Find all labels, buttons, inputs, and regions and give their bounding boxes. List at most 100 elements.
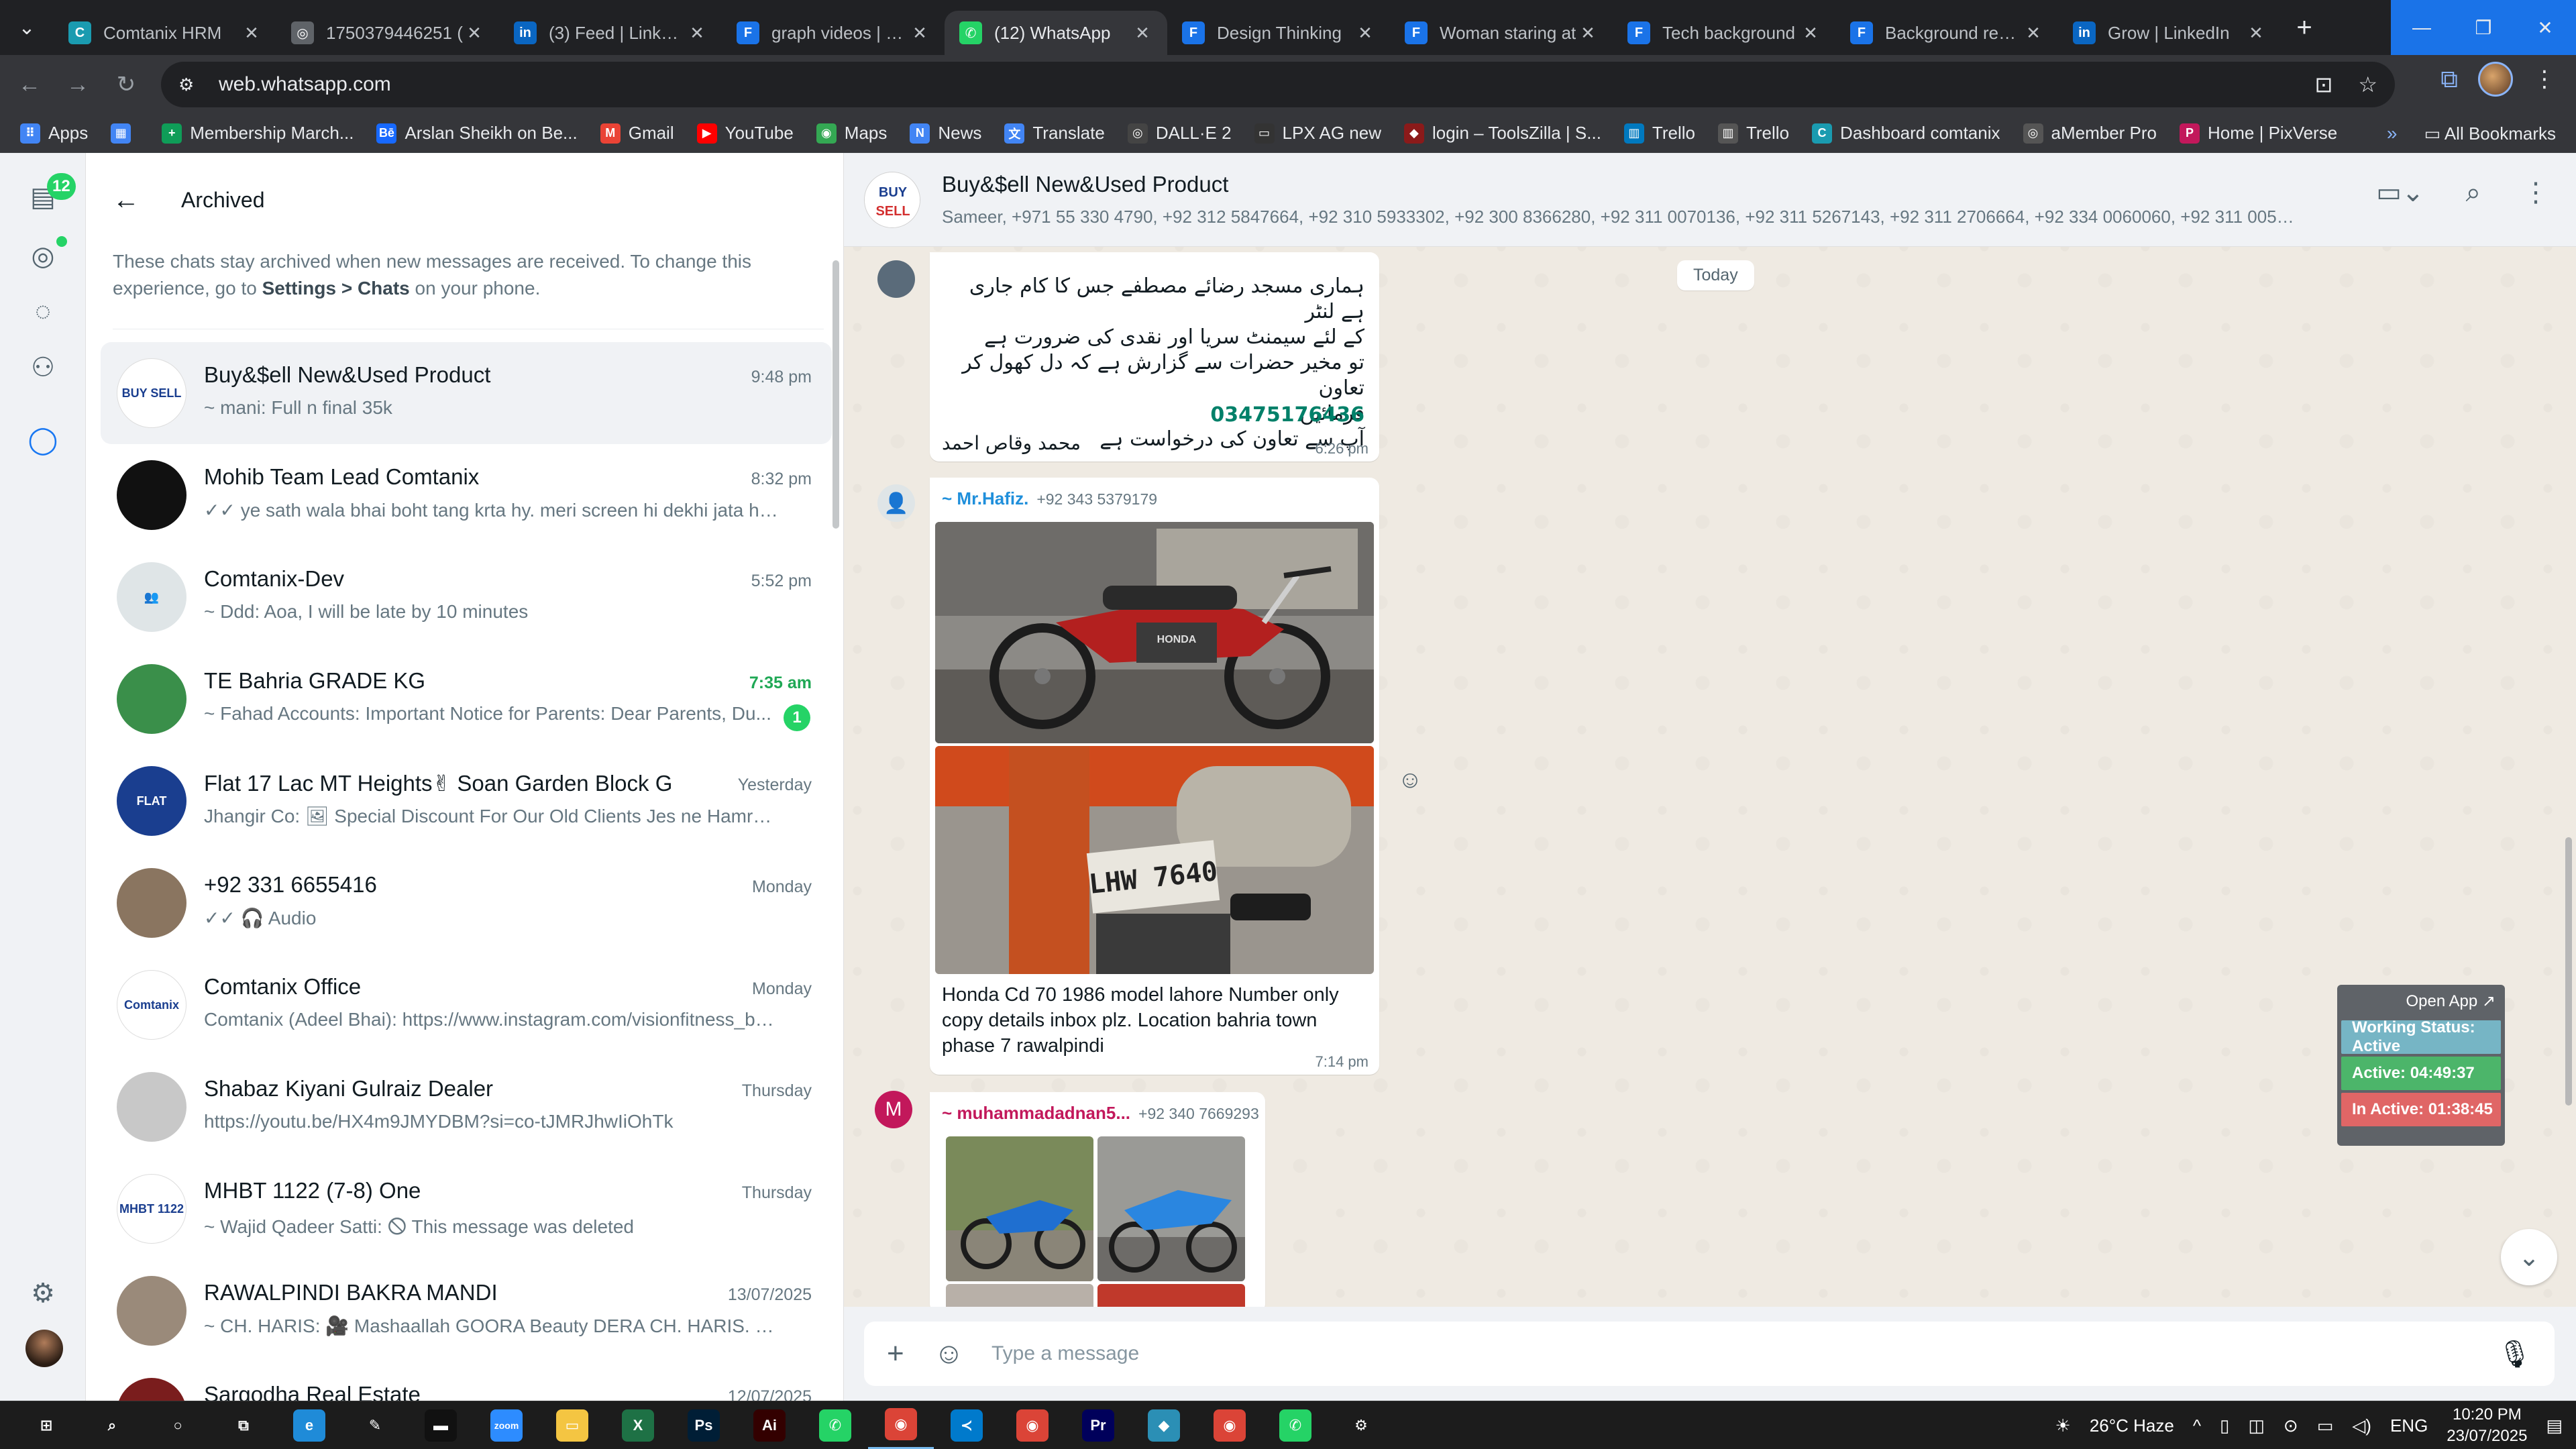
bookmark-item[interactable]: ◆ login – ToolsZilla | S...: [1403, 123, 1601, 144]
bookmark-item[interactable]: ◎ aMember Pro: [2023, 123, 2157, 144]
scroll-down-icon[interactable]: ⌄: [2501, 1229, 2557, 1285]
taskbar-task-view[interactable]: ⧉: [211, 1401, 276, 1449]
tab-close-icon[interactable]: ✕: [1801, 23, 1821, 44]
taskbar-chrome-1[interactable]: ◉: [868, 1401, 934, 1449]
taskbar-excel[interactable]: X: [605, 1401, 671, 1449]
taskbar-app-teal[interactable]: ◆: [1131, 1401, 1197, 1449]
bookmark-item[interactable]: 文 Translate: [1004, 123, 1105, 144]
message-bubble[interactable]: ~ Mr.Hafiz. +92 343 5379179 HONDA LHW 76…: [930, 478, 1379, 1075]
message-bubble[interactable]: ~ muhammadadnan5... +92 340 7669293: [930, 1092, 1265, 1313]
clock[interactable]: 10:20 PM 23/07/2025: [2447, 1404, 2527, 1447]
taskbar-settings[interactable]: ⚙: [1328, 1401, 1394, 1449]
open-app-link[interactable]: Open App ↗: [2341, 989, 2501, 1018]
tab-close-icon[interactable]: ✕: [464, 23, 484, 44]
site-info-icon[interactable]: ⚙: [178, 74, 203, 95]
taskbar-chrome-3[interactable]: ◉: [1197, 1401, 1263, 1449]
bookmark-item[interactable]: ▥ Trello: [1717, 123, 1789, 144]
restore-icon[interactable]: ❐: [2453, 0, 2514, 55]
tab-close-icon[interactable]: ✕: [1578, 23, 1598, 44]
tab-close-icon[interactable]: ✕: [2023, 23, 2043, 44]
taskbar-photoshop[interactable]: Ps: [671, 1401, 737, 1449]
tray-icon[interactable]: ◫: [2248, 1415, 2265, 1436]
meta-ai-icon[interactable]: ◯: [23, 420, 63, 460]
all-bookmarks[interactable]: ▭ All Bookmarks: [2424, 123, 2556, 144]
message-photo[interactable]: [946, 1136, 1093, 1281]
profile-avatar[interactable]: [2478, 62, 2513, 97]
my-profile-avatar[interactable]: [25, 1330, 63, 1367]
chat-list-item[interactable]: Mohib Team Lead Comtanix 8:32 pm ✓✓ ye sat…: [101, 444, 832, 546]
more-bookmarks-icon[interactable]: »: [2387, 123, 2398, 144]
settings-icon[interactable]: ⚙: [23, 1273, 63, 1313]
bookmark-item[interactable]: ▭ LPX AG new: [1254, 123, 1381, 144]
group-avatar[interactable]: BUY SELL: [864, 172, 920, 228]
reload-icon[interactable]: ↻: [102, 60, 150, 109]
browser-tab[interactable]: F Design Thinking ✕: [1167, 11, 1390, 55]
chat-list-item[interactable]: +92 331 6655416 Monday ✓✓ 🎧 Audio: [101, 852, 832, 954]
chat-list-scrollbar[interactable]: [833, 260, 839, 529]
taskbar-illustrator[interactable]: Ai: [737, 1401, 802, 1449]
sender-name[interactable]: ~ Mr.Hafiz.: [942, 488, 1028, 508]
extensions-icon[interactable]: ⧉: [2440, 65, 2458, 94]
bookmark-item[interactable]: ⠿ Apps: [20, 123, 88, 144]
sticker-icon[interactable]: ☺: [934, 1337, 981, 1371]
message-bubble[interactable]: ہماری مسجد رضائے مصطفے جس کا کام جاری ہے…: [930, 252, 1379, 462]
tab-close-icon[interactable]: ✕: [910, 23, 930, 44]
tab-search-icon[interactable]: ⌄: [0, 0, 54, 55]
bookmark-item[interactable]: ◎ DALL·E 2: [1127, 123, 1232, 144]
new-tab-icon[interactable]: +: [2281, 13, 2328, 43]
taskbar-terminal[interactable]: ▬: [408, 1401, 474, 1449]
message-photo[interactable]: [1097, 1136, 1245, 1281]
message-photo[interactable]: LHW 7640: [935, 746, 1374, 974]
browser-tab[interactable]: F Tech background ✕: [1613, 11, 1835, 55]
taskbar-vscode[interactable]: ≺: [934, 1401, 1000, 1449]
bookmark-item[interactable]: ◉ Maps: [816, 123, 887, 144]
browser-tab[interactable]: in Grow | LinkedIn ✕: [2058, 11, 2281, 55]
chat-list-item[interactable]: 👥 Comtanix-Dev 5:52 pm ~ Ddd: Aoa, I will b…: [101, 546, 832, 648]
minimize-icon[interactable]: —: [2391, 0, 2453, 55]
browser-tab[interactable]: Fgraph videos | Fre ✕: [722, 11, 945, 55]
microphone-icon[interactable]: 🎙: [2498, 1338, 2532, 1370]
taskbar-pen[interactable]: ✎: [342, 1401, 408, 1449]
message-photo[interactable]: HONDA: [935, 522, 1374, 743]
tray-icon[interactable]: ▯: [2220, 1415, 2229, 1436]
tab-close-icon[interactable]: ✕: [687, 23, 707, 44]
menu-icon[interactable]: ⋮: [2522, 177, 2549, 208]
taskbar-whatsapp-2[interactable]: ✆: [1263, 1401, 1328, 1449]
chat-list-item[interactable]: Sargodha Real Estate 12/07/2025: [101, 1362, 832, 1401]
taskbar-cortana[interactable]: ○: [145, 1401, 211, 1449]
language-indicator[interactable]: ENG: [2390, 1415, 2428, 1436]
bookmark-item[interactable]: ▶ YouTube: [696, 123, 794, 144]
browser-tab[interactable]: F Background realis ✕: [1835, 11, 2058, 55]
tab-close-icon[interactable]: ✕: [1355, 23, 1375, 44]
weather-icon[interactable]: ☀: [2055, 1415, 2071, 1436]
communities-icon[interactable]: ⚇: [23, 347, 63, 388]
chat-list-item[interactable]: MHBT 1122 MHBT 1122 (7-8) One Thursday ~ Wa…: [101, 1158, 832, 1260]
taskbar-chrome-2[interactable]: ◉: [1000, 1401, 1065, 1449]
tab-close-icon[interactable]: ✕: [2246, 23, 2266, 44]
taskbar-search[interactable]: ⌕: [79, 1401, 145, 1449]
weather-text[interactable]: 26°C Haze: [2090, 1415, 2174, 1436]
message-input[interactable]: [991, 1342, 2498, 1365]
tab-close-icon[interactable]: ✕: [1132, 23, 1152, 44]
taskbar-explorer[interactable]: ▭: [539, 1401, 605, 1449]
channels-icon[interactable]: ◌: [23, 291, 63, 331]
browser-tab[interactable]: F Woman staring at ✕: [1390, 11, 1613, 55]
taskbar-premiere[interactable]: Pr: [1065, 1401, 1131, 1449]
chat-list-item[interactable]: TE Bahria GRADE KG 7:35 am ~ Fahad Account…: [101, 648, 832, 750]
phone-link[interactable]: 03475176436: [1210, 402, 1364, 428]
browser-tab[interactable]: ◎ 1750379446251 (✕: [276, 11, 499, 55]
chat-list-item[interactable]: BUY SELL Buy&$ell New&Used Product 9:48 pm…: [101, 342, 832, 444]
tab-close-icon[interactable]: ✕: [241, 23, 262, 44]
tray-chevron-icon[interactable]: ^: [2193, 1415, 2201, 1436]
sender-avatar[interactable]: [877, 260, 915, 298]
taskbar-edge[interactable]: e: [276, 1401, 342, 1449]
bookmark-item[interactable]: C Dashboard comtanix: [1812, 123, 2000, 144]
bookmark-item[interactable]: P Home | PixVerse: [2180, 123, 2337, 144]
forward-icon[interactable]: →: [54, 60, 102, 109]
close-window-icon[interactable]: ✕: [2514, 0, 2576, 55]
bookmark-item[interactable]: N News: [910, 123, 981, 144]
bookmark-item[interactable]: + Membership March...: [162, 123, 354, 144]
taskbar-whatsapp-1[interactable]: ✆: [802, 1401, 868, 1449]
bookmark-item[interactable]: M Gmail: [600, 123, 674, 144]
sender-name[interactable]: ~ muhammadadnan5...: [942, 1103, 1130, 1123]
